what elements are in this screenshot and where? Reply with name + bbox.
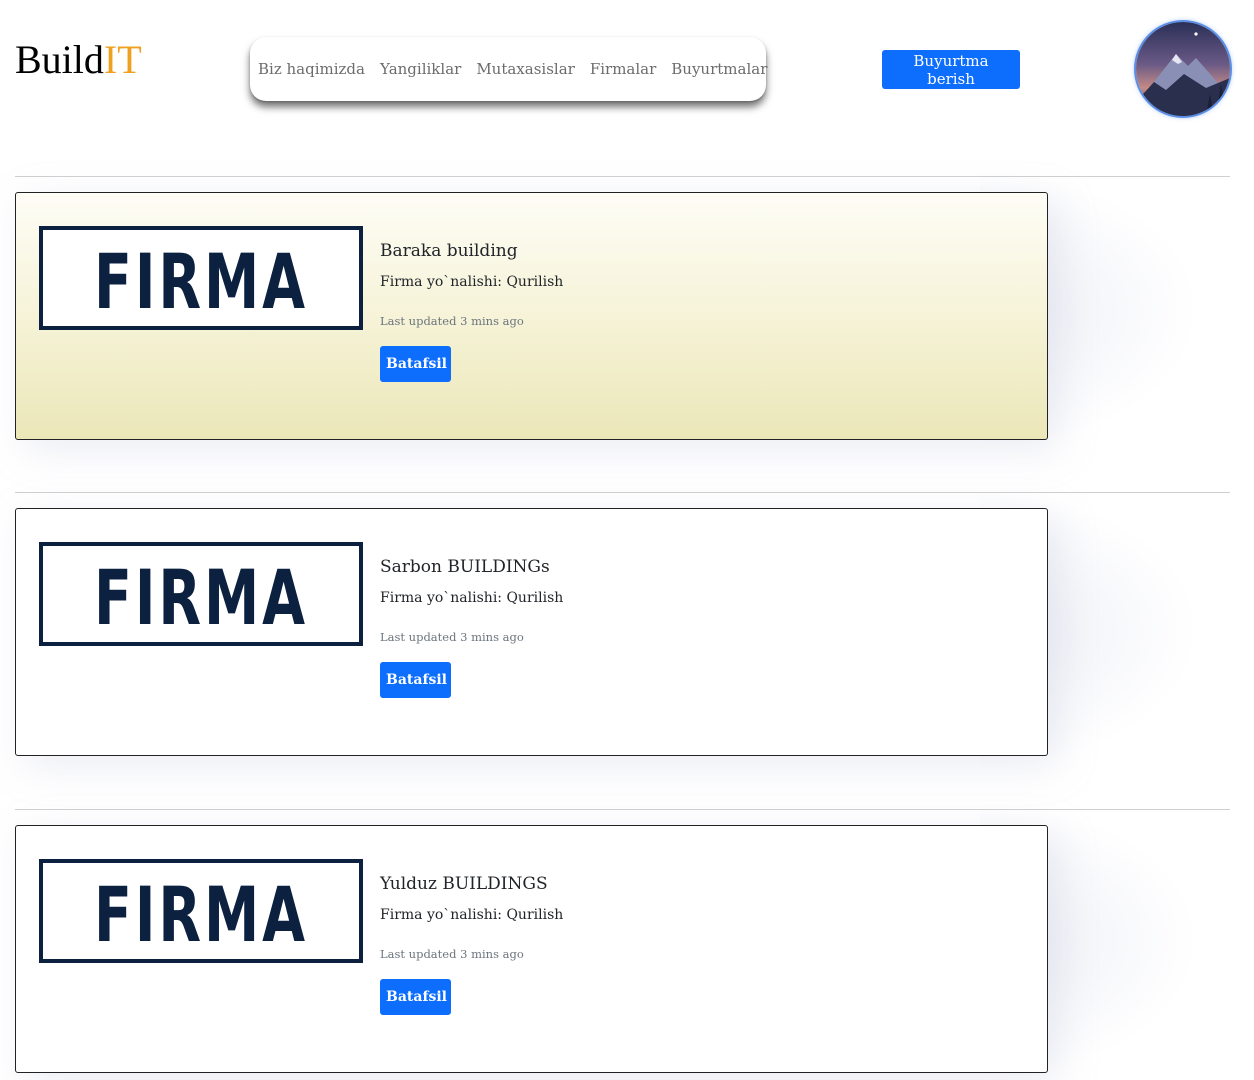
- main-nav: Biz haqimizda Yangiliklar Mutaxasislar F…: [250, 37, 767, 101]
- logo-text: FIRMA: [94, 237, 308, 326]
- last-updated: Last updated 3 mins ago: [380, 630, 524, 644]
- brand-logo[interactable]: BuildIT: [15, 38, 142, 82]
- divider: [15, 809, 1230, 810]
- header: BuildIT Biz haqimizda Yangiliklar Mutaxa…: [0, 0, 1254, 140]
- details-button[interactable]: Batafsil: [380, 346, 451, 382]
- company-field: Firma yo`nalishi: Qurilish: [380, 590, 564, 606]
- company-field: Firma yo`nalishi: Qurilish: [380, 907, 564, 923]
- details-button[interactable]: Batafsil: [380, 979, 451, 1015]
- company-card: FIRMA Baraka building Firma yo`nalishi: …: [15, 192, 1048, 440]
- company-card: FIRMA Yulduz BUILDINGS Firma yo`nalishi:…: [15, 825, 1048, 1073]
- company-logo: FIRMA: [39, 542, 363, 646]
- nav-item-firmalar[interactable]: Firmalar: [590, 60, 656, 78]
- company-name: Yulduz BUILDINGS: [380, 874, 548, 894]
- nav-item-mutaxasislar[interactable]: Mutaxasislar: [476, 60, 575, 78]
- brand-accent: IT: [103, 37, 142, 82]
- mountain-landscape-icon: [1136, 22, 1230, 116]
- company-name: Sarbon BUILDINGs: [380, 557, 550, 577]
- last-updated: Last updated 3 mins ago: [380, 947, 524, 961]
- divider: [15, 176, 1230, 177]
- logo-text: FIRMA: [94, 870, 308, 959]
- company-card: FIRMA Sarbon BUILDINGs Firma yo`nalishi:…: [15, 508, 1048, 756]
- brand-main: Build: [15, 37, 104, 82]
- details-button[interactable]: Batafsil: [380, 662, 451, 698]
- company-logo: FIRMA: [39, 226, 363, 330]
- company-field: Firma yo`nalishi: Qurilish: [380, 274, 564, 290]
- logo-text: FIRMA: [94, 553, 308, 642]
- nav-item-biz-haqimizda[interactable]: Biz haqimizda: [258, 60, 365, 78]
- nav-item-yangiliklar[interactable]: Yangiliklar: [380, 60, 461, 78]
- last-updated: Last updated 3 mins ago: [380, 314, 524, 328]
- company-name: Baraka building: [380, 241, 518, 261]
- order-button[interactable]: Buyurtma berish: [882, 50, 1020, 89]
- divider: [15, 492, 1230, 493]
- nav-item-buyurtmalar[interactable]: Buyurtmalar: [671, 60, 767, 78]
- company-logo: FIRMA: [39, 859, 363, 963]
- avatar[interactable]: [1136, 22, 1230, 116]
